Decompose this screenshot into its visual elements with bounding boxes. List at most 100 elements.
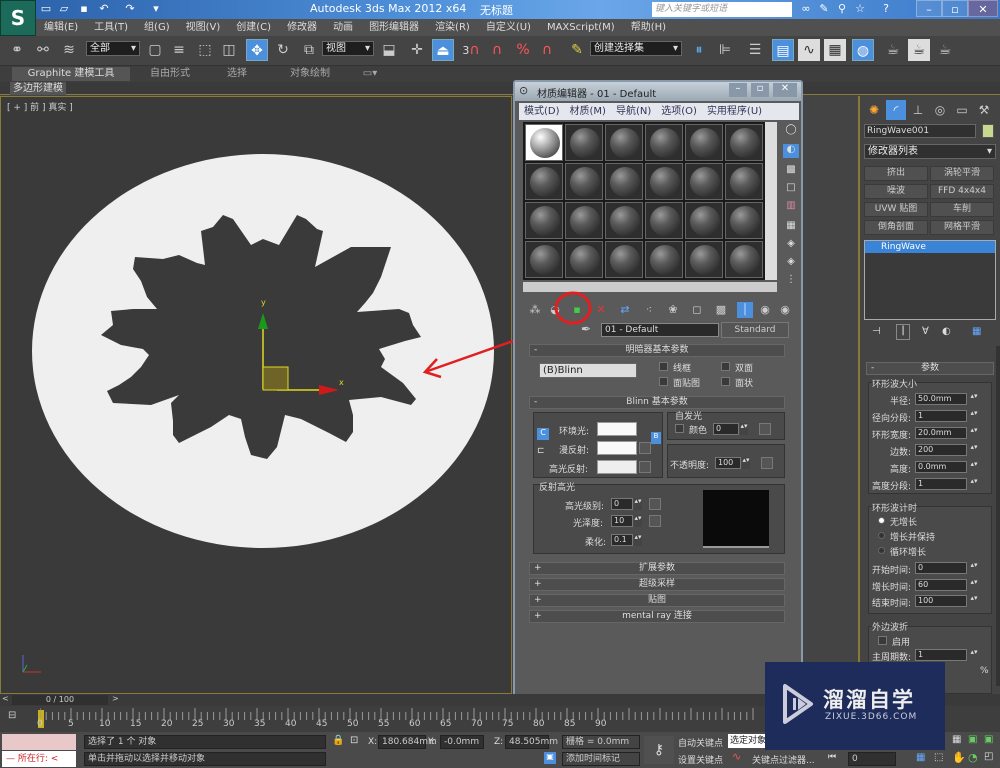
display-tab-icon[interactable]: ▭: [952, 100, 972, 120]
object-color-swatch[interactable]: [982, 124, 994, 138]
save-icon[interactable]: ▪: [76, 2, 92, 16]
ring-timing-spinner-arrows[interactable]: ▴▾: [970, 595, 978, 607]
me-menu-material[interactable]: 材质(M): [565, 103, 611, 120]
ring-size-spinner-arrows[interactable]: ▴▾: [970, 410, 978, 422]
material-slot[interactable]: [725, 163, 763, 200]
material-id-channel-icon[interactable]: ◻: [689, 302, 705, 318]
rollout-blinn-basic[interactable]: - Blinn 基本参数: [529, 396, 785, 409]
select-by-name-icon[interactable]: ≡: [168, 39, 190, 61]
go-forward-sibling-icon[interactable]: ◉: [777, 302, 793, 318]
material-slot[interactable]: [565, 202, 603, 239]
go-to-parent-icon[interactable]: ◉: [757, 302, 773, 318]
show-end-result-icon[interactable]: ⏐: [737, 302, 753, 318]
ribbon-options-icon[interactable]: ▭▾: [360, 67, 380, 81]
video-color-check-icon[interactable]: ▥: [783, 200, 799, 214]
me-minimize-button[interactable]: –: [729, 83, 747, 97]
rollout-supersampling[interactable]: + 超级采样: [529, 578, 785, 591]
modifier-uvw-map-button[interactable]: UVW 贴图: [864, 202, 928, 217]
ambient-color-swatch[interactable]: [597, 422, 637, 436]
menu-animation[interactable]: 动画: [325, 19, 361, 36]
ring-size-field[interactable]: 20.0mm: [915, 427, 967, 439]
orbit-icon[interactable]: ◔: [968, 751, 978, 764]
material-slot[interactable]: [645, 241, 683, 278]
zoom-extents-all-icon[interactable]: ▣: [968, 734, 977, 745]
material-slot[interactable]: [725, 202, 763, 239]
self-illum-spinner-arrows[interactable]: ▴▾: [740, 423, 748, 435]
spinner-snap-icon[interactable]: ∩: [536, 39, 558, 61]
modifier-list-dropdown[interactable]: 修改器列表: [864, 144, 996, 159]
glossiness-spinner[interactable]: 10: [611, 515, 633, 527]
specular-map-button[interactable]: [639, 461, 651, 473]
major-cycles-field[interactable]: 1: [915, 649, 967, 661]
unlink-icon[interactable]: ⚯: [32, 39, 54, 61]
material-slot[interactable]: [605, 202, 643, 239]
object-name-field[interactable]: RingWave001: [864, 124, 976, 138]
show-end-result-toggle[interactable]: |: [896, 324, 910, 340]
get-material-icon[interactable]: ⁂: [527, 302, 543, 318]
rectangular-selection-icon[interactable]: ⬚: [194, 39, 216, 61]
menu-tools[interactable]: 工具(T): [86, 19, 136, 36]
ring-timing-spinner-arrows[interactable]: ▴▾: [970, 562, 978, 574]
lock-map-icon[interactable]: B: [651, 432, 661, 444]
reference-coord-dropdown[interactable]: 视图: [322, 41, 374, 56]
window-crossing-icon[interactable]: ◫: [218, 39, 240, 61]
material-slot[interactable]: [645, 124, 683, 161]
time-tag-icon[interactable]: ▣: [544, 752, 556, 764]
edit-named-selection-icon[interactable]: ✎: [566, 39, 588, 61]
me-menu-modes[interactable]: 模式(D): [519, 103, 565, 120]
opacity-spinner[interactable]: 100: [715, 457, 741, 469]
help-icon[interactable]: ?: [878, 2, 894, 17]
menu-rendering[interactable]: 渲染(R): [427, 19, 478, 36]
show-map-in-viewport-icon[interactable]: ▩: [713, 302, 729, 318]
stack-item-ringwave[interactable]: RingWave: [865, 241, 995, 253]
lock-diffuse-specular-icon[interactable]: ⊏: [537, 446, 545, 456]
lock-ambient-diffuse-icon[interactable]: C: [537, 428, 549, 440]
scene-explorer-icon[interactable]: ▤: [772, 39, 794, 61]
glossiness-arrows[interactable]: ▴▾: [634, 515, 642, 527]
ring-size-spinner-arrows[interactable]: ▴▾: [970, 427, 978, 439]
ring-size-field[interactable]: 1: [915, 410, 967, 422]
ring-timing-field[interactable]: 0: [915, 562, 967, 574]
zoom-all-icon[interactable]: ▦: [952, 734, 961, 745]
menu-modifiers[interactable]: 修改器: [279, 19, 325, 36]
make-unique-icon-cp[interactable]: ∀: [922, 326, 929, 337]
material-slot[interactable]: [685, 202, 723, 239]
soften-arrows[interactable]: ▴▾: [634, 534, 642, 546]
ring-size-field[interactable]: 50.0mm: [915, 393, 967, 405]
align-icon[interactable]: ⊫: [714, 39, 736, 61]
diffuse-map-button[interactable]: [639, 442, 651, 454]
ring-size-spinner-arrows[interactable]: ▴▾: [970, 461, 978, 473]
modifier-extrude-button[interactable]: 挤出: [864, 166, 928, 181]
me-menu-options[interactable]: 选项(O): [656, 103, 702, 120]
set-key-icon[interactable]: ⚷: [644, 736, 674, 764]
absolute-mode-icon[interactable]: ⊡: [350, 735, 358, 746]
material-type-button[interactable]: Standard: [721, 322, 789, 338]
material-slot[interactable]: [565, 241, 603, 278]
specular-level-map-button[interactable]: [649, 498, 661, 510]
go-to-start-icon[interactable]: ⏮: [828, 752, 836, 762]
two-sided-checkbox[interactable]: [721, 362, 730, 371]
ring-size-field[interactable]: 200: [915, 444, 967, 456]
utilities-tab-icon[interactable]: ⚒: [974, 100, 994, 120]
modifier-lathe-button[interactable]: 车削: [930, 202, 994, 217]
percent-snap-icon[interactable]: %: [512, 39, 534, 61]
customize-icon[interactable]: ▾: [148, 2, 164, 16]
material-slot[interactable]: [605, 124, 643, 161]
material-slot[interactable]: [525, 124, 563, 161]
tab-polygon-modeling[interactable]: 多边形建模: [10, 82, 66, 95]
ring-timing-spinner-arrows[interactable]: ▴▾: [970, 578, 978, 591]
manipulate-icon[interactable]: ✛: [406, 39, 428, 61]
material-slot[interactable]: [725, 241, 763, 278]
sample-uv-tiling-icon[interactable]: □: [783, 182, 799, 196]
material-slot[interactable]: [605, 241, 643, 278]
select-object-icon[interactable]: ▢: [144, 39, 166, 61]
radio-no-growth[interactable]: [878, 517, 885, 524]
field-of-view-icon[interactable]: ⬚: [934, 752, 943, 763]
material-slot[interactable]: [605, 163, 643, 200]
material-slot[interactable]: [565, 163, 603, 200]
reset-map-icon[interactable]: ✕: [593, 302, 609, 318]
select-scale-icon[interactable]: ⧉: [298, 39, 320, 61]
keyboard-shortcut-icon[interactable]: ⏏: [432, 39, 454, 61]
me-close-button[interactable]: ✕: [773, 83, 797, 97]
select-move-icon[interactable]: ✥: [246, 39, 268, 61]
